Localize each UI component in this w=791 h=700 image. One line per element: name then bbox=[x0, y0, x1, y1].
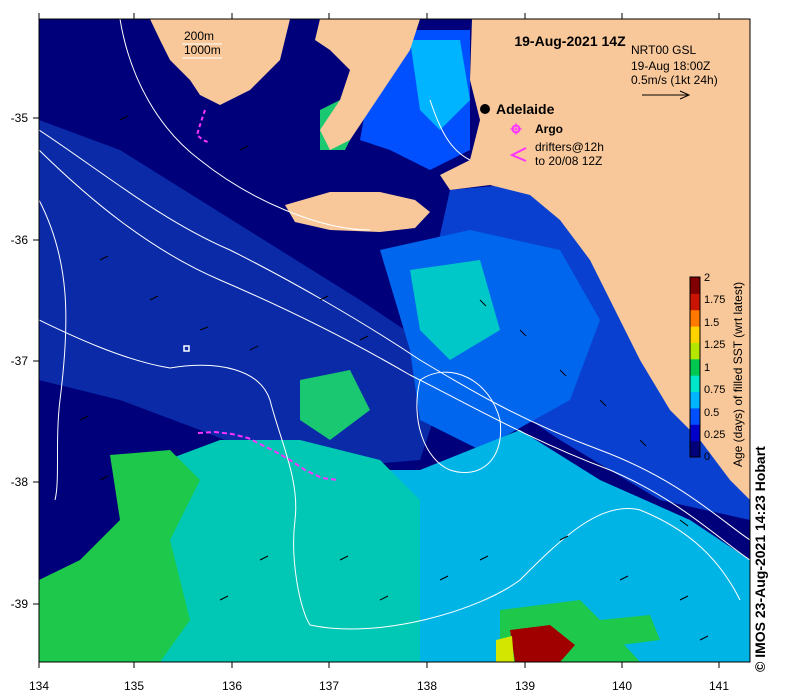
y-tick-label: -37 bbox=[11, 354, 29, 368]
x-tick-label: 134 bbox=[29, 679, 49, 693]
vector-scale-label: 0.5m/s (1kt 24h) bbox=[631, 73, 718, 87]
colorbar-tick-label: 0.75 bbox=[704, 384, 725, 396]
credit-text: © IMOS 23-Aug-2021 14:23 Hobart bbox=[752, 446, 768, 672]
colorbar-segment bbox=[690, 293, 700, 311]
product-name: NRT00 GSL bbox=[631, 43, 696, 57]
colorbar-segment bbox=[690, 391, 700, 409]
colorbar-tick-label: 2 bbox=[704, 272, 710, 284]
product-time: 19-Aug 18:00Z bbox=[631, 59, 710, 73]
y-tick-label: -35 bbox=[11, 111, 29, 125]
colorbar-tick-label: 0.25 bbox=[704, 429, 725, 441]
map-title: 19-Aug-2021 14Z bbox=[514, 33, 626, 49]
colorbar-segment bbox=[690, 440, 700, 458]
y-tick-label: -36 bbox=[11, 233, 29, 247]
colorbar-fill bbox=[690, 277, 700, 458]
legend-drifters-line1: drifters@12h bbox=[535, 140, 604, 154]
colorbar-tick-label: 0 bbox=[704, 451, 710, 463]
colorbar-segment bbox=[690, 309, 700, 327]
isobath-key-1000m: 1000m bbox=[184, 43, 221, 57]
x-tick-label: 138 bbox=[417, 679, 437, 693]
colorbar-segment bbox=[690, 424, 700, 442]
colorbar-tick-label: 1.25 bbox=[704, 339, 725, 351]
legend-argo-label: Argo bbox=[535, 122, 563, 136]
x-tick-label: 135 bbox=[124, 679, 144, 693]
colorbar-tick-label: 1 bbox=[704, 362, 710, 374]
isobath-key-200m: 200m bbox=[184, 29, 214, 43]
colorbar-segment bbox=[690, 375, 700, 393]
y-axis-labels: -35 -36 -37 -38 -39 bbox=[11, 111, 29, 611]
yellow-edge bbox=[496, 636, 514, 662]
x-tick-label: 137 bbox=[319, 679, 339, 693]
city-marker bbox=[480, 104, 490, 114]
colorbar-tick-label: 1.5 bbox=[704, 317, 719, 329]
x-axis-labels: 134 135 136 137 138 139 140 141 bbox=[29, 679, 729, 693]
x-tick-label: 139 bbox=[515, 679, 535, 693]
x-tick-label: 136 bbox=[222, 679, 242, 693]
y-tick-label: -38 bbox=[11, 475, 29, 489]
y-tick-label: -39 bbox=[11, 597, 29, 611]
colorbar-segment bbox=[690, 326, 700, 343]
colorbar-segment bbox=[690, 277, 700, 294]
colorbar-segment bbox=[690, 358, 700, 376]
legend-drifters-line2: to 20/08 12Z bbox=[535, 154, 602, 168]
colorbar-tick-label: 1.75 bbox=[704, 294, 725, 306]
colorbar-segment bbox=[690, 407, 700, 425]
colorbar-segment bbox=[690, 342, 700, 360]
map-area bbox=[39, 19, 750, 662]
city-label-adelaide: Adelaide bbox=[496, 101, 555, 117]
colorbar-tick-label: 0.5 bbox=[704, 407, 719, 419]
x-tick-label: 141 bbox=[709, 679, 729, 693]
colorbar-label: Age (days) of filled SST (wrt latest) bbox=[731, 282, 745, 467]
x-tick-label: 140 bbox=[612, 679, 632, 693]
